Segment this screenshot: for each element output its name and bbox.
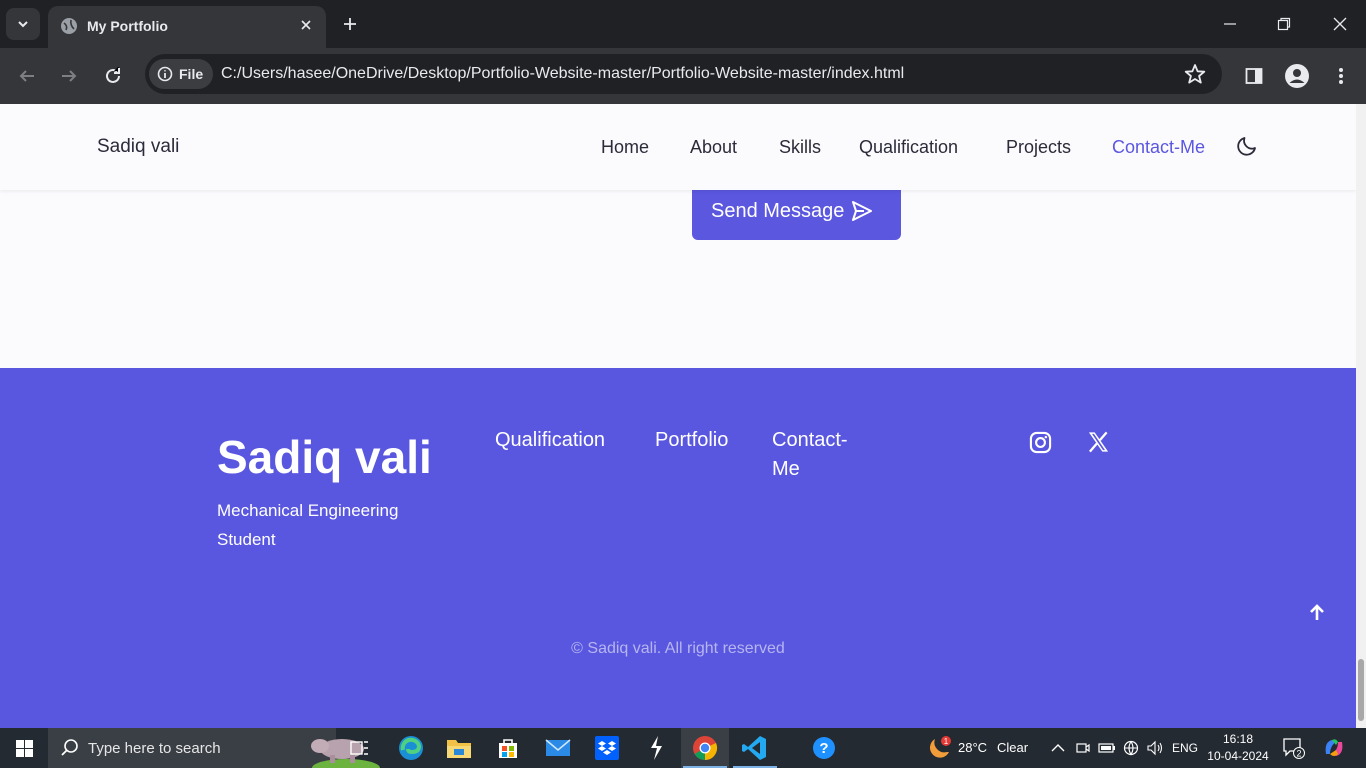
weather-desc[interactable]: Clear (997, 740, 1028, 755)
nav-skills[interactable]: Skills (779, 137, 821, 158)
svg-text:?: ? (819, 740, 828, 757)
moon-icon[interactable] (1236, 135, 1258, 157)
arrow-up-icon (1310, 604, 1324, 620)
search-icon (61, 739, 78, 756)
file-explorer-icon[interactable] (445, 734, 473, 762)
input-language[interactable]: ENG (1172, 741, 1198, 755)
arrow-left-icon (19, 70, 34, 82)
chevron-down-icon (18, 21, 28, 28)
side-panel-button[interactable] (1240, 62, 1268, 90)
browser-menu-button[interactable] (1327, 62, 1355, 90)
footer-title: Sadiq vali (217, 431, 432, 483)
info-icon (157, 66, 173, 82)
search-placeholder: Type here to search (88, 740, 221, 757)
volume-icon[interactable] (1141, 734, 1169, 762)
x-twitter-link[interactable] (1085, 429, 1111, 455)
site-info-label: File (179, 66, 204, 82)
footer-link-qualification[interactable]: Qualification (495, 426, 605, 455)
notification-count: 2 (1296, 749, 1301, 759)
url-text[interactable]: C:/Users/hasee/OneDrive/Desktop/Portfoli… (221, 65, 904, 83)
page-scrollbar[interactable] (1356, 104, 1366, 728)
site-brand[interactable]: Sadiq vali (97, 136, 179, 158)
x-twitter-icon (1088, 431, 1108, 453)
footer-subtitle: Mechanical Engineering Student (217, 501, 399, 549)
start-button[interactable] (0, 728, 48, 768)
nav-home[interactable]: Home (601, 137, 649, 158)
arrow-right-icon (62, 70, 77, 82)
bookmark-star-icon[interactable] (1184, 63, 1206, 85)
nav-contact-me[interactable]: Contact-Me (1112, 137, 1205, 158)
chevron-up-icon[interactable] (1044, 734, 1072, 762)
edge-icon[interactable] (397, 734, 425, 762)
globe-icon (61, 18, 77, 34)
microsoft-store-icon[interactable] (494, 734, 522, 762)
restore-icon (1277, 17, 1291, 31)
browser-tabstrip: My Portfolio (0, 0, 1366, 48)
task-view-icon[interactable] (346, 734, 374, 762)
vscode-icon[interactable] (740, 734, 768, 762)
browser-tab[interactable]: My Portfolio (48, 6, 326, 48)
browser-toolbar: File C:/Users/hasee/OneDrive/Desktop/Por… (0, 48, 1366, 104)
plus-icon (344, 18, 356, 30)
close-icon (1333, 17, 1347, 31)
weather-moon-icon[interactable]: 1 (926, 734, 954, 762)
restore-button[interactable] (1270, 10, 1298, 38)
dropbox-icon[interactable] (593, 734, 621, 762)
weather-badge: 1 (944, 737, 949, 746)
address-bar[interactable]: File C:/Users/hasee/OneDrive/Desktop/Por… (145, 54, 1222, 94)
more-vertical-icon (1339, 68, 1343, 84)
nav-qualification[interactable]: Qualification (859, 137, 958, 158)
clock-date: 10-04-2024 (1207, 749, 1269, 763)
notification-center-icon[interactable]: 2 (1280, 734, 1308, 762)
page-viewport: Sadiq vali Home About Skills Qualificati… (0, 104, 1356, 728)
avatar-icon (1285, 64, 1309, 88)
windows-taskbar: Type here to search ? 1 28°C Clear ENG 1… (0, 728, 1366, 768)
get-help-icon[interactable]: ? (810, 734, 838, 762)
nav-about[interactable]: About (690, 137, 737, 158)
scroll-to-top-button[interactable] (1305, 601, 1329, 625)
footer-link-contact-me[interactable]: Contact-Me (772, 426, 864, 484)
footer-link-portfolio[interactable]: Portfolio (655, 426, 728, 455)
reload-button[interactable] (99, 62, 127, 90)
minimize-icon (1224, 23, 1236, 25)
minimize-button[interactable] (1216, 10, 1244, 38)
send-icon (852, 201, 873, 221)
instagram-icon (1029, 431, 1051, 453)
close-tab-icon[interactable] (296, 15, 316, 35)
profile-button[interactable] (1283, 62, 1311, 90)
instagram-link[interactable] (1027, 429, 1053, 455)
weather-temp[interactable]: 28°C (958, 740, 987, 755)
copilot-icon[interactable] (1320, 734, 1348, 762)
clock-time: 16:18 (1222, 732, 1254, 746)
tab-search-button[interactable] (6, 8, 40, 40)
site-footer: Sadiq vali Mechanical Engineering Studen… (0, 368, 1356, 728)
chrome-icon[interactable] (691, 734, 719, 762)
close-window-button[interactable] (1326, 10, 1354, 38)
mail-icon[interactable] (544, 734, 572, 762)
nav-projects[interactable]: Projects (1006, 137, 1071, 158)
new-tab-button[interactable] (338, 12, 362, 36)
send-message-label: Send Message (711, 199, 845, 222)
copyright-text: © Sadiq vali. All right reserved (571, 640, 785, 657)
taskbar-search[interactable]: Type here to search (48, 728, 380, 768)
site-header: Sadiq vali Home About Skills Qualificati… (0, 104, 1356, 190)
scrollbar-thumb[interactable] (1358, 659, 1364, 721)
tab-title: My Portfolio (87, 18, 168, 34)
side-panel-icon (1245, 68, 1263, 84)
site-info-chip[interactable]: File (149, 59, 213, 89)
forward-button[interactable] (55, 62, 83, 90)
taskbar-clock[interactable]: 16:18 10-04-2024 (1206, 731, 1270, 765)
back-button[interactable] (13, 62, 41, 90)
windows-logo-icon (15, 739, 33, 757)
git-tool-icon[interactable] (642, 734, 670, 762)
reload-icon (106, 67, 120, 83)
